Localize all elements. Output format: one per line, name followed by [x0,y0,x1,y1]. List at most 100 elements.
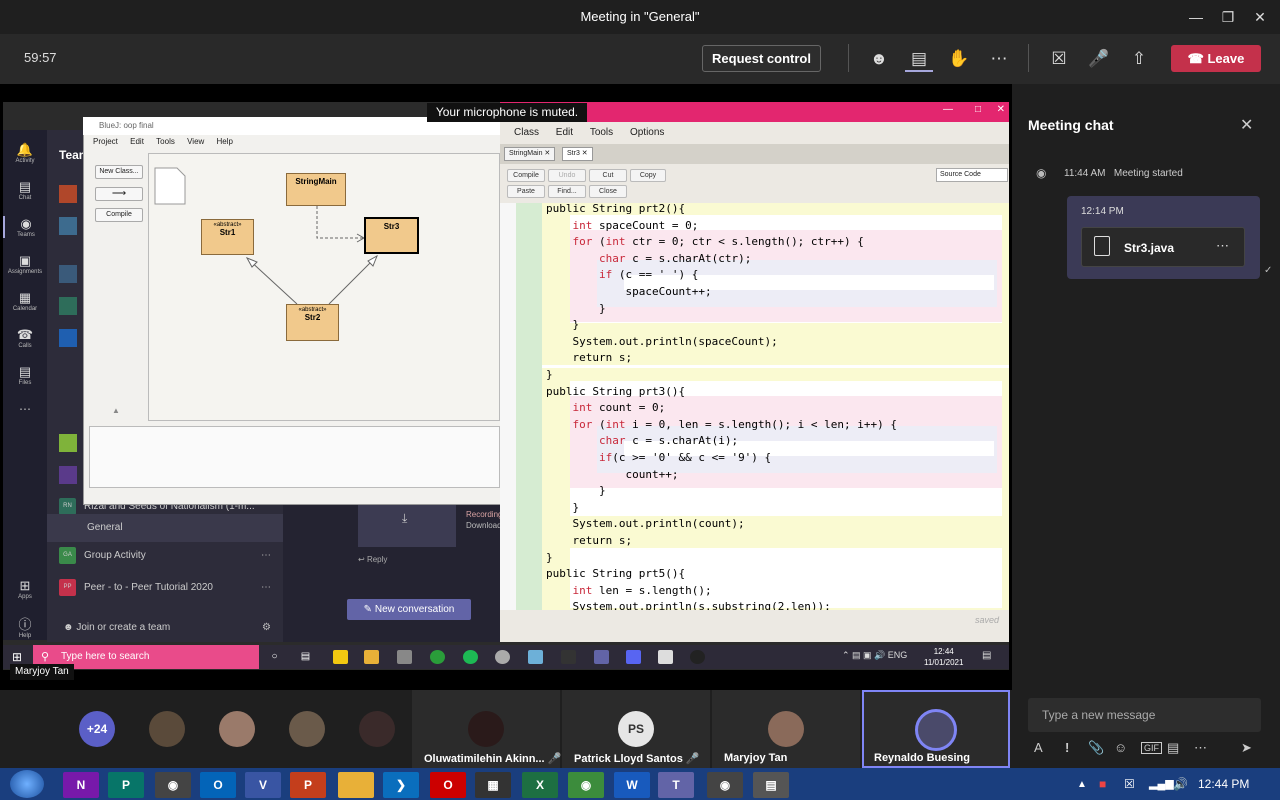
new-class-button[interactable]: New Class... [95,165,143,179]
raise-hand-icon[interactable]: ✋ [945,46,973,72]
menu-project[interactable]: Project [93,137,118,146]
antivirus-icon[interactable]: ■ [1099,777,1106,791]
menu-tools[interactable]: Tools [156,137,175,146]
publisher-icon[interactable]: P [108,772,144,798]
rail-activity[interactable]: 🔔 Activity [3,142,47,164]
format-icon[interactable]: A [1034,740,1043,755]
find-button[interactable]: Find... [548,185,586,198]
inheritance-arrow-icon[interactable]: ⟶ [95,187,143,201]
start-windows-icon[interactable]: ⊞ [12,650,22,664]
menu-edit[interactable]: Edit [556,127,573,138]
participant-avatar[interactable] [149,711,185,747]
message-input[interactable]: Type a new message [1028,698,1261,732]
compile-button[interactable]: Compile [507,169,545,182]
opera-icon[interactable]: O [430,772,466,798]
send-icon[interactable]: ➤ [1241,740,1252,756]
rail-calls[interactable]: ☎ Calls [3,327,47,349]
onenote-icon[interactable]: N [63,772,99,798]
cut-button[interactable]: Cut [589,169,627,182]
app-icon[interactable]: ▤ [753,772,789,798]
minimize-icon[interactable]: — [943,104,953,115]
reply-link[interactable]: ↩ Reply [358,555,387,564]
participant-avatar[interactable] [219,711,255,747]
important-icon[interactable]: ! [1065,740,1069,755]
tab-str3[interactable]: Str3 ✕ [562,147,593,161]
menu-help[interactable]: Help [217,137,233,146]
collapse-arrow-icon[interactable]: ▲ [112,406,120,415]
discord-icon[interactable] [626,650,641,664]
recording-thumbnail[interactable]: ⤓ [358,505,456,547]
more-actions-icon[interactable]: ⋯ [985,46,1013,72]
code-editor[interactable]: public String prt2(){ int spaceCount = 0… [500,203,1009,610]
task-view-icon[interactable]: ▤ [298,650,313,664]
rail-more-icon[interactable]: ⋯ [3,402,47,416]
paste-button[interactable]: Paste [507,185,545,198]
class-str1[interactable]: «abstract» Str1 [201,219,254,255]
chat-icon[interactable]: ▤ [905,46,933,72]
sticker-icon[interactable]: ▤ [1167,740,1179,756]
emoji-icon[interactable]: ☺ [1114,740,1127,755]
bluej-taskbar-icon[interactable] [561,650,576,664]
maximize-icon[interactable]: □ [975,104,981,115]
more-options-icon[interactable]: ⋯ [261,574,271,602]
menu-class[interactable]: Class [514,127,539,138]
outlook-icon[interactable]: O [200,772,236,798]
app-icon[interactable] [658,650,673,664]
minimize-icon[interactable]: — [1180,0,1212,34]
class-str2[interactable]: «abstract» Str2 [286,304,339,341]
chrome-icon[interactable]: ◉ [568,772,604,798]
class-str3[interactable]: Str3 [364,217,419,254]
rail-calendar[interactable]: ▦ Calendar [3,290,47,312]
file-explorer-icon[interactable] [338,772,374,798]
start-orb-icon[interactable] [10,770,44,798]
attachment-more-icon[interactable]: ⋯ [1216,238,1229,254]
rail-assignments[interactable]: ▣ Assignments [3,253,47,275]
rail-files[interactable]: ▤ Files [3,364,47,386]
media-icon[interactable]: ◉ [155,772,191,798]
overflow-participants[interactable]: +24 [79,711,115,747]
participant-avatar[interactable] [359,711,395,747]
restore-icon[interactable]: ❐ [1212,0,1244,34]
attachment-filename[interactable]: Str3.java [1124,241,1174,255]
word-icon[interactable]: W [614,772,650,798]
compile-button[interactable]: Compile [95,208,143,222]
vscode-icon[interactable]: ❯ [383,772,419,798]
share-screen-icon[interactable]: ⇧ [1125,46,1153,72]
close-icon[interactable]: ✕ [1244,0,1276,34]
spotify-icon[interactable] [463,650,478,664]
menu-tools[interactable]: Tools [590,127,613,138]
channel-item-group-activity[interactable]: GA Group Activity ⋯ [47,542,283,570]
visio-icon[interactable]: V [245,772,281,798]
app-icon[interactable] [397,650,412,664]
app-icon[interactable] [495,650,510,664]
close-button[interactable]: Close [589,185,627,198]
volume-icon[interactable]: 🔊 [1173,777,1188,791]
close-chat-icon[interactable]: ✕ [1240,115,1253,135]
sticky-notes-icon[interactable] [333,650,348,664]
rail-apps[interactable]: ⊞ Apps [3,578,47,600]
app-icon[interactable] [528,650,543,664]
cortana-icon[interactable]: ○ [267,650,282,664]
powerpoint-icon[interactable]: P [290,772,326,798]
mic-off-icon[interactable]: 🎤 [1085,46,1113,72]
undo-button[interactable]: Undo [548,169,586,182]
rail-chat[interactable]: ▤ Chat [3,179,47,201]
obs-icon[interactable] [690,650,705,664]
leave-button[interactable]: ☎ Leave [1171,45,1261,72]
gif-icon[interactable]: GIF [1141,742,1162,754]
channel-item-general[interactable]: General [47,514,283,542]
camera-off-icon[interactable]: ☒ [1045,46,1073,72]
copy-button[interactable]: Copy [630,169,666,182]
request-control-button[interactable]: Request control [702,45,821,72]
tab-close-icon[interactable]: ✕ [544,150,550,157]
media-icon[interactable]: ◉ [707,772,743,798]
teams-taskbar-icon[interactable] [594,650,609,664]
channel-item-peer-tutorial[interactable]: PP Peer - to - Peer Tutorial 2020 ⋯ [47,574,283,602]
tab-stringmain[interactable]: StringMain ✕ [504,147,556,161]
more-options-icon[interactable]: ⋯ [261,542,271,570]
signal-icon[interactable]: ▂▄▆ [1149,777,1174,790]
join-create-team[interactable]: ☻ Join or create a team ⚙ [47,614,283,642]
new-conversation-button[interactable]: ✎ New conversation [347,599,471,620]
menu-edit[interactable]: Edit [130,137,144,146]
file-explorer-icon[interactable] [364,650,379,664]
